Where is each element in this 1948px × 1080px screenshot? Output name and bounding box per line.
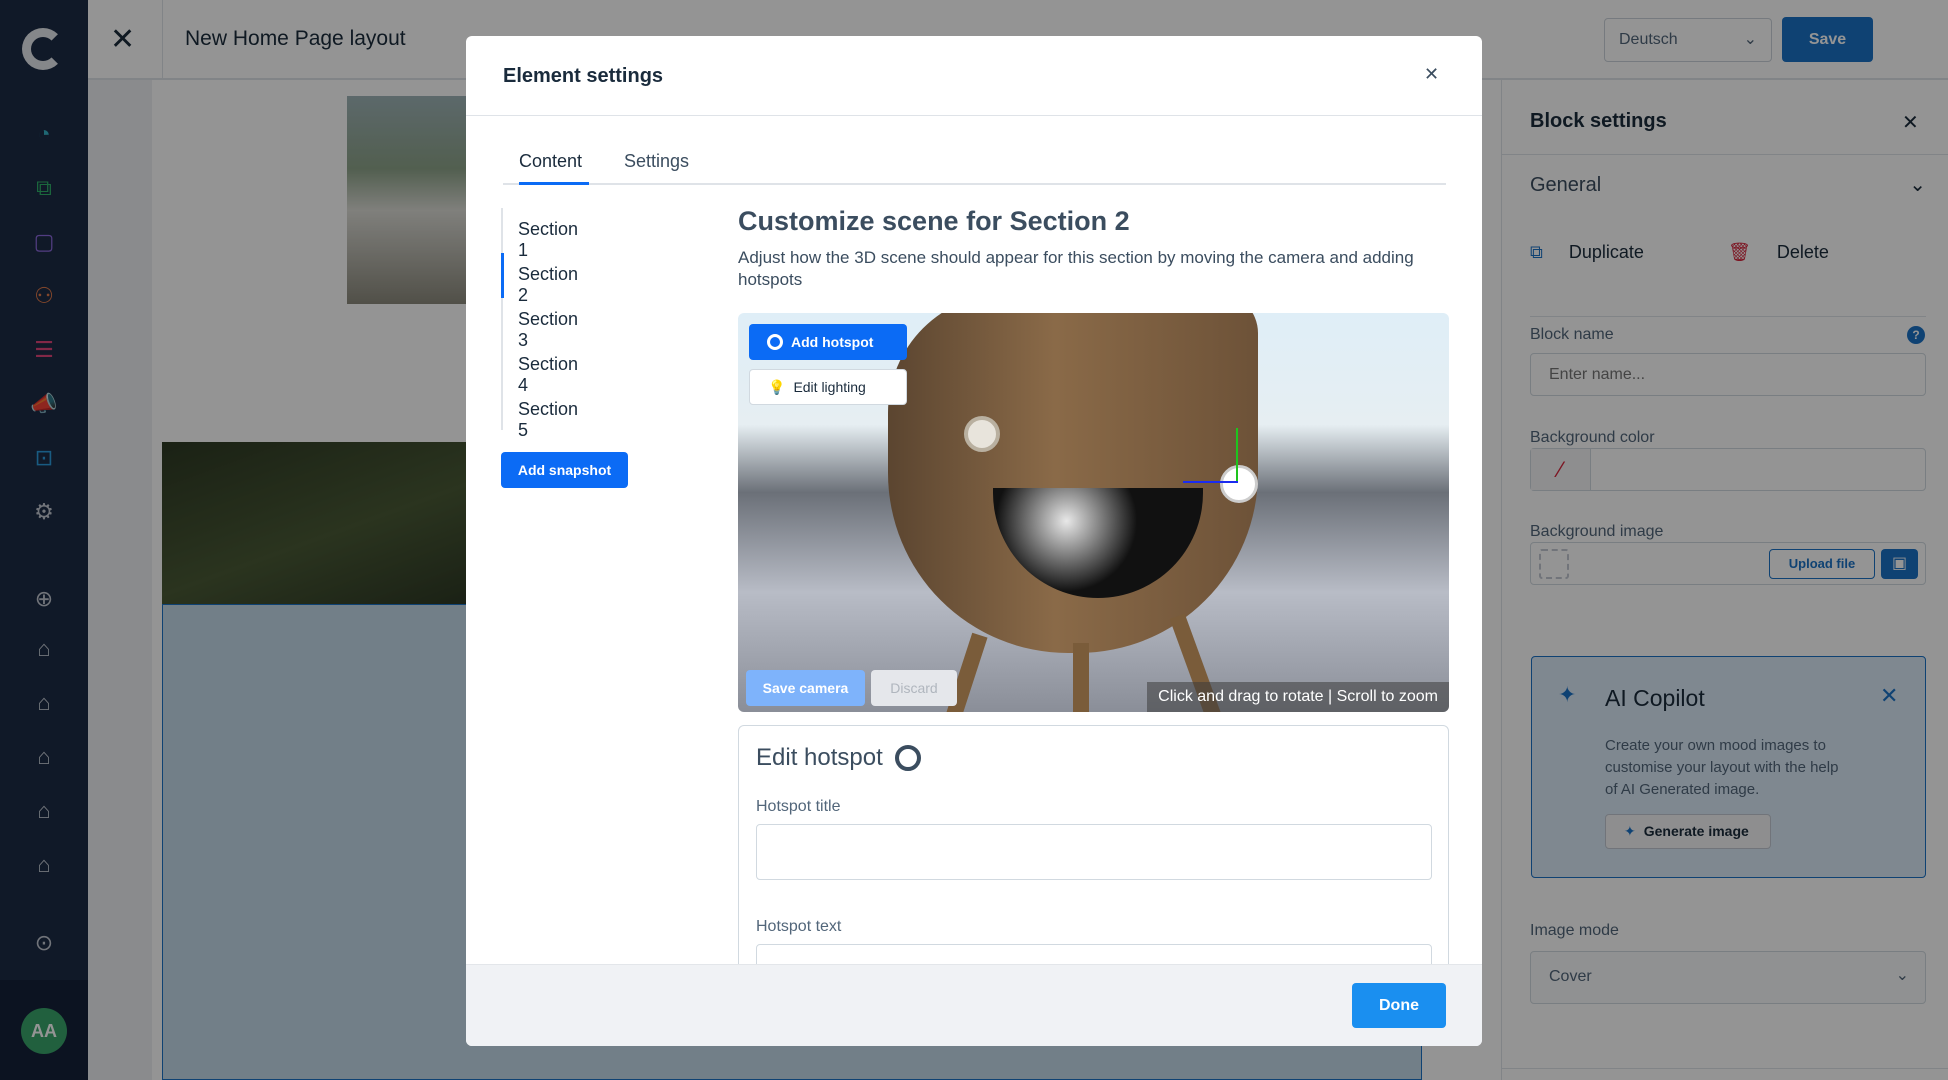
3d-viewer[interactable]: Add hotspot 💡 Edit lighting Save camera D… (738, 313, 1449, 712)
modal-footer (466, 964, 1482, 1046)
chair-model (888, 313, 1258, 653)
modal-title: Element settings (503, 65, 664, 87)
hotspot-circle-icon (894, 745, 921, 771)
done-button[interactable]: Done (1352, 983, 1446, 1028)
section-item[interactable]: Section 3 (518, 309, 578, 351)
hotspot-text-label: Hotspot text (756, 918, 842, 935)
hotspot-title-label: Hotspot title (756, 798, 841, 815)
transform-gizmo-icon[interactable] (1236, 428, 1238, 483)
tab-content[interactable]: Content (519, 151, 582, 172)
discard-button[interactable]: Discard (871, 670, 957, 706)
add-snapshot-button[interactable]: Add snapshot (501, 452, 628, 488)
active-section-indicator (501, 253, 504, 298)
section-item[interactable]: Section 4 (518, 354, 578, 396)
hotspot-marker[interactable] (964, 416, 1000, 452)
scene-heading: Customize scene for Section 2 (738, 206, 1130, 236)
section-item[interactable]: Section 5 (518, 399, 578, 441)
edit-lighting-button[interactable]: 💡 Edit lighting (749, 369, 907, 405)
lightbulb-icon: 💡 (768, 378, 786, 395)
hotspot-title-input[interactable] (756, 824, 1432, 880)
element-settings-modal: Element settings ✕ Content Settings Sect… (466, 36, 1482, 1046)
viewer-hint: Click and drag to rotate | Scroll to zoo… (1147, 682, 1449, 712)
tab-settings[interactable]: Settings (624, 151, 689, 172)
section-item-active[interactable]: Section 2 (518, 264, 578, 306)
hotspot-marker-selected[interactable] (1220, 465, 1258, 503)
add-hotspot-button[interactable]: Add hotspot (749, 324, 907, 360)
hotspot-circle-icon (767, 334, 783, 350)
section-item[interactable]: Section 1 (518, 219, 578, 261)
edit-hotspot-title: Edit hotspot (756, 744, 921, 772)
save-camera-button[interactable]: Save camera (746, 670, 865, 706)
scene-description: Adjust how the 3D scene should appear fo… (738, 248, 1414, 289)
close-modal-icon[interactable]: ✕ (1424, 64, 1439, 85)
active-tab-indicator (519, 182, 589, 185)
